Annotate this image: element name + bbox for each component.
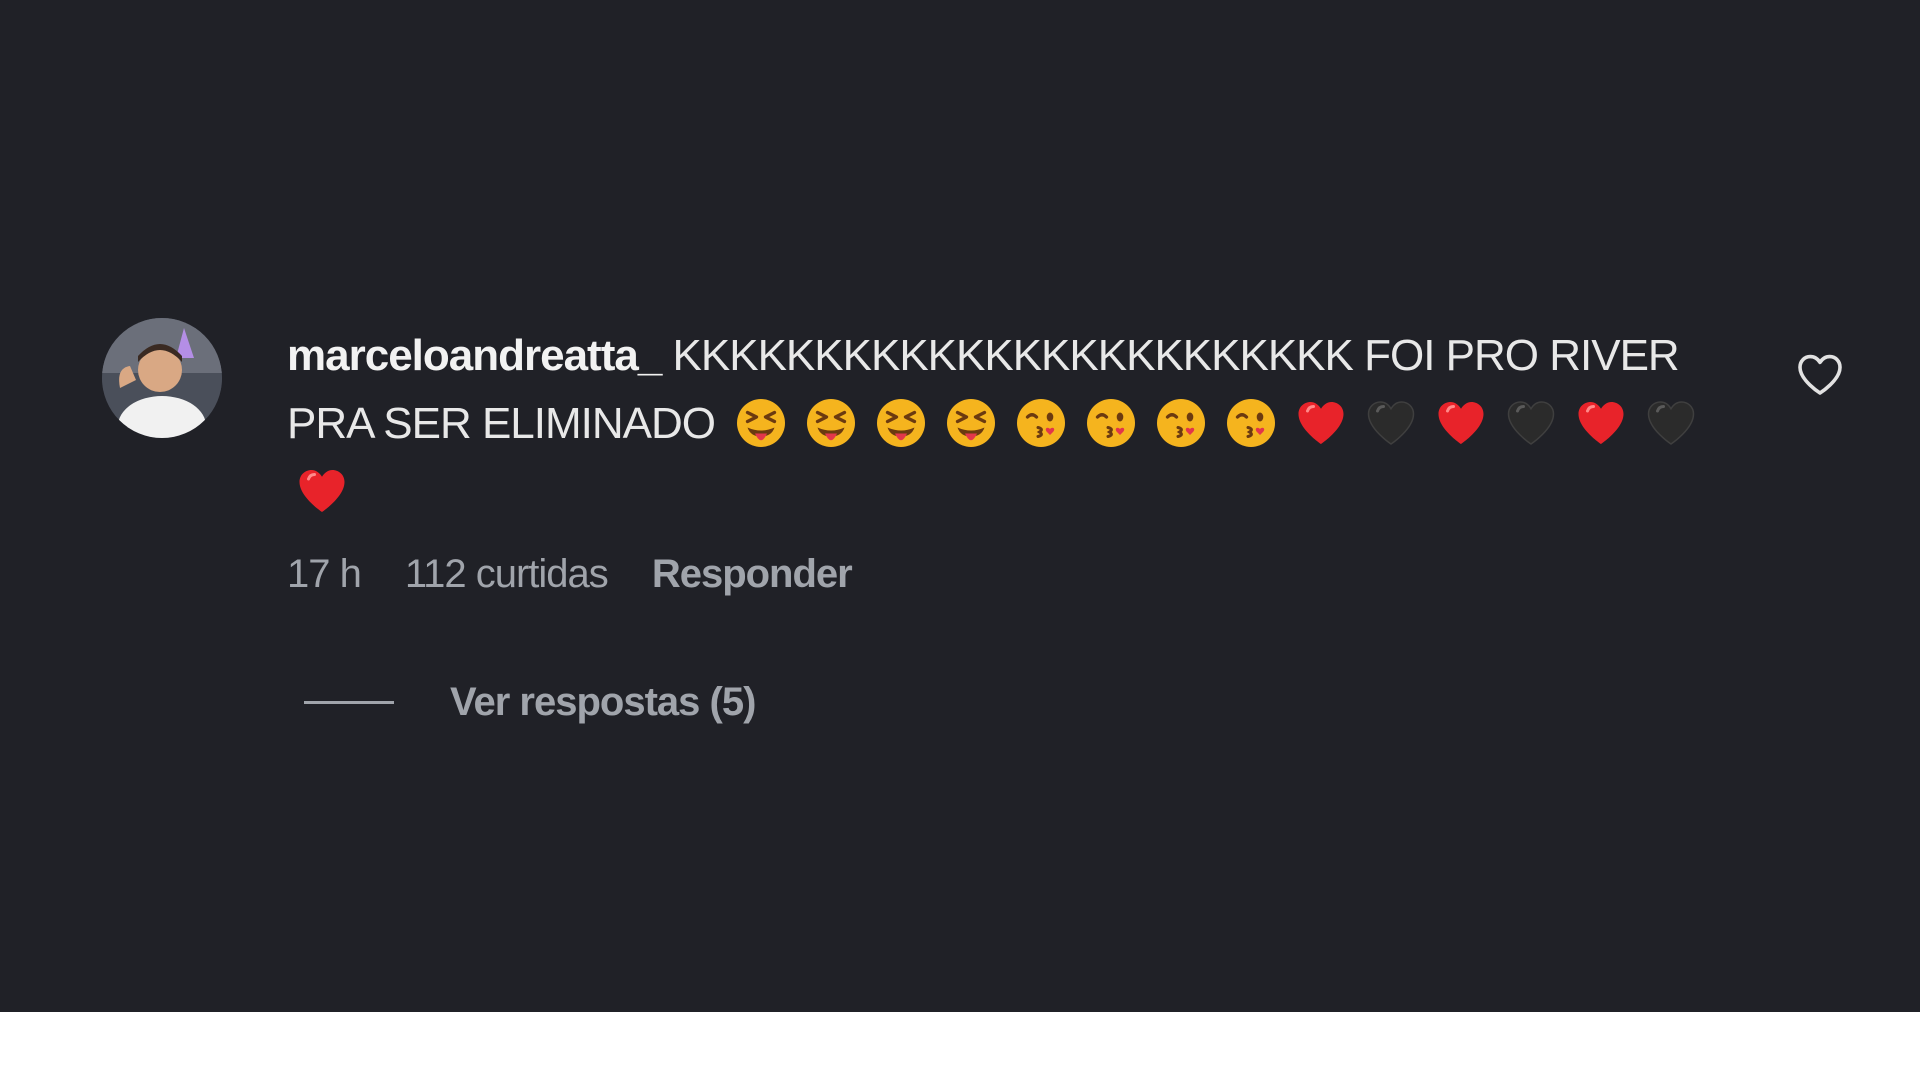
- kissing-wink-face-emoji: [1084, 396, 1138, 450]
- kissing-wink-face-emoji: [1014, 396, 1068, 450]
- view-replies-label: Ver respostas (5): [450, 680, 756, 724]
- black-heart-emoji: [1504, 396, 1558, 450]
- black-heart-emoji: [1644, 396, 1698, 450]
- black-heart-emoji: [1364, 396, 1418, 450]
- comment-meta: 17 h 112 curtidas Responder: [287, 552, 853, 597]
- tongue-squint-face-emoji: [874, 396, 928, 450]
- kissing-wink-face-emoji: [1224, 396, 1278, 450]
- comment-panel: marceloandreatta_ KKKKKKKKKKKKKKKKKKKKKK…: [0, 0, 1920, 1012]
- comment-likes-count[interactable]: 112 curtidas: [405, 552, 609, 597]
- view-replies-button[interactable]: Ver respostas (5): [304, 680, 756, 725]
- comment-username[interactable]: marceloandreatta_: [287, 331, 662, 380]
- heart-outline-icon[interactable]: [1796, 352, 1844, 396]
- tongue-squint-face-emoji: [734, 396, 788, 450]
- red-heart-emoji: [1434, 396, 1488, 450]
- tongue-squint-face-emoji: [944, 396, 998, 450]
- reply-button[interactable]: Responder: [652, 552, 853, 597]
- red-heart-emoji: [1574, 396, 1628, 450]
- avatar-image: [102, 318, 222, 438]
- like-heart-outline: [1798, 354, 1842, 395]
- comment-text: marceloandreatta_ KKKKKKKKKKKKKKKKKKKKKK…: [287, 322, 1747, 526]
- avatar[interactable]: [102, 318, 222, 438]
- kissing-wink-face-emoji: [1154, 396, 1208, 450]
- tongue-squint-face-emoji: [804, 396, 858, 450]
- replies-divider-line: [304, 701, 394, 704]
- red-heart-emoji: [295, 464, 349, 518]
- red-heart-emoji: [1294, 396, 1348, 450]
- comment-time: 17 h: [287, 552, 362, 596]
